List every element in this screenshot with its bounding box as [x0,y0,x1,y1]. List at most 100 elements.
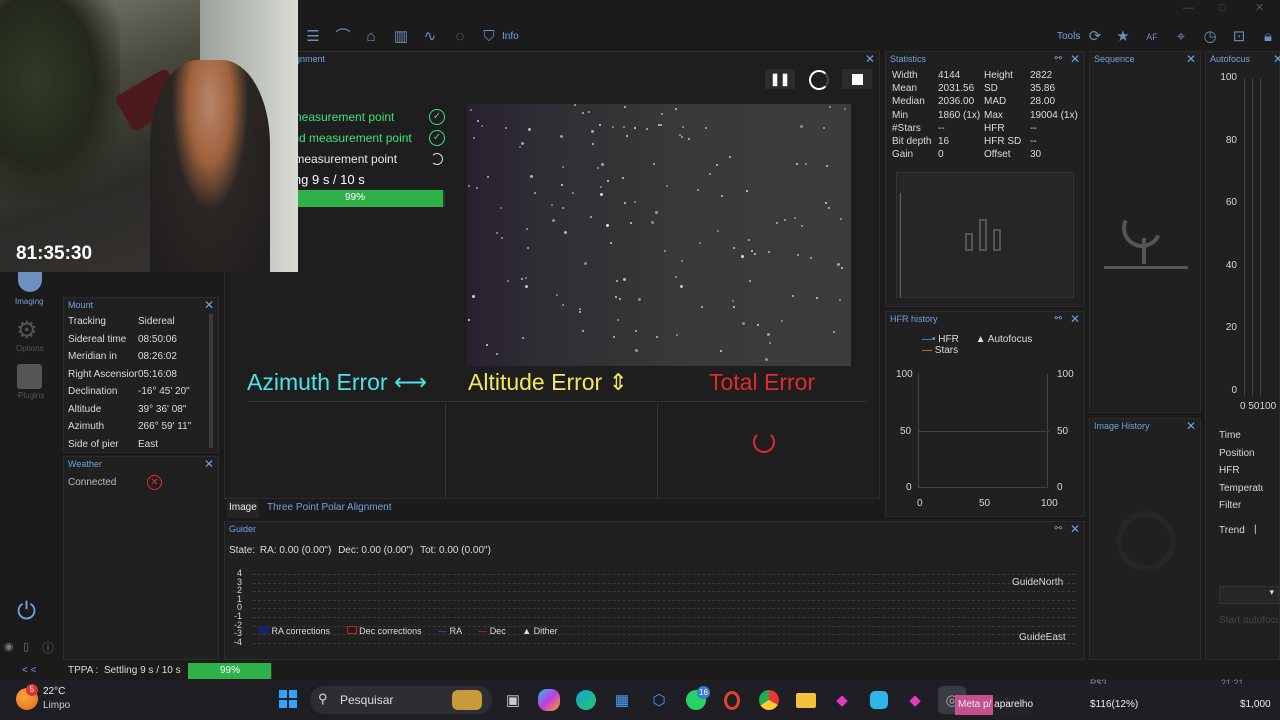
minimize-button[interactable]: — [1183,2,1194,14]
star-dot [612,126,615,129]
eye-icon[interactable]: ◉ [4,640,14,653]
search-box[interactable]: ⚲ Pesquisar [310,686,492,714]
tppa-panel: Alignment ✕ ❚❚ First measurement point ✓ … [224,51,880,499]
meta-banner[interactable]: Meta p/ aparelho [955,695,1033,715]
status-progress: 99% [188,663,272,679]
star-dot [810,257,813,260]
equipment-icon[interactable]: ☰ [304,28,322,46]
star-dot [578,311,581,314]
star-dot [504,126,507,129]
hfr-close-button[interactable]: ✕ [1070,312,1080,326]
dome-icon[interactable]: ⌒ [334,28,352,46]
guider-gridline [253,642,1075,644]
star-dot [783,219,786,222]
star-dot [697,189,700,192]
satellite-dish-icon [1104,202,1188,272]
house-icon[interactable]: ⌂ [362,28,380,46]
mount-row: Declination -16° 45' 20" [68,386,214,404]
imaging-icon[interactable] [18,272,42,292]
star-dot [681,125,684,128]
mount-row: Sidereal time 08:50:06 [68,334,214,352]
folder-icon[interactable] [792,686,820,714]
opera-icon[interactable] [718,686,746,714]
hfr-legend-swatch: —• [922,334,936,345]
imaging-label[interactable]: Imaging [15,297,43,306]
app-icon[interactable]: ⬡ [645,686,673,714]
star-dot [495,231,498,234]
af-icon[interactable]: AF [1143,28,1161,46]
store-icon[interactable]: ▦ [608,686,636,714]
link-icon[interactable]: ⚯ [1054,313,1062,324]
help-icon[interactable]: ⓘ [42,639,54,656]
af-dropdown[interactable]: ▾ [1219,586,1279,604]
image-history-close-button[interactable]: ✕ [1186,419,1196,433]
sequence-close-button[interactable]: ✕ [1186,52,1196,66]
reload-button[interactable] [809,70,829,90]
plugins-label[interactable]: Plugins [18,391,44,400]
link-icon[interactable]: ⚯ [1054,53,1062,64]
star-dot [600,186,603,189]
star-field-image[interactable] [467,104,851,366]
bar-chart-icon[interactable]: ▥ [392,28,410,46]
gear-icon[interactable]: ⚙ [16,316,38,345]
task-view-icon[interactable]: ▣ [499,686,527,714]
star-dot [832,330,835,333]
stat-key: Offset [984,149,1011,161]
stat-key: #Stars [892,122,921,134]
star-dot [481,124,484,127]
af-ytick: 40 [1225,259,1237,271]
star-icon[interactable]: ★ [1114,28,1132,46]
shield-icon[interactable]: ⛉ [480,28,498,46]
pause-button[interactable]: ❚❚ [765,69,795,89]
app-icon-cyan[interactable] [865,686,893,714]
tab-image[interactable]: Image [227,500,259,518]
spinner-icon [431,152,443,165]
disconnected-icon[interactable]: ✕ [147,475,162,490]
copilot-icon[interactable] [538,689,560,711]
star-dot [501,237,504,240]
collapse-button[interactable]: < < [22,665,36,676]
guider-gridline [253,608,1075,610]
azimuth-error-label: Azimuth Error [247,369,388,395]
maximize-button[interactable]: □ [1219,2,1226,14]
mount-scrollbar[interactable] [209,314,213,448]
options-label[interactable]: Options [16,344,44,353]
tppa-close-button[interactable]: ✕ [865,52,875,66]
chrome-icon[interactable] [755,686,783,714]
info-label[interactable]: Info [502,31,519,42]
guider-close-button[interactable]: ✕ [1070,522,1080,536]
tools-label[interactable]: Tools [1057,31,1080,42]
puzzle-icon[interactable] [17,364,42,389]
guide-north-label: GuideNorth [1012,577,1064,588]
bulb-icon[interactable]: ◌ [451,28,469,46]
book-icon[interactable]: ▯ [23,640,29,653]
power-icon[interactable]: ⏻ [17,598,36,626]
wave-icon[interactable]: ∿ [421,28,439,46]
af-plot-axis [1244,78,1245,396]
star-dot [584,261,588,265]
tab-tppa[interactable]: Three Point Polar Alignment [267,502,392,513]
statistics-close-button[interactable]: ✕ [1070,52,1080,66]
start-autofocus-button[interactable]: Start autofocus [1219,615,1279,631]
legend-ra: RA [449,626,462,636]
stop-button[interactable] [842,69,872,89]
star-dot [562,304,564,307]
refresh-icon[interactable]: ⟳ [1086,28,1104,46]
person-silhouette [150,60,270,272]
app-icon-pink[interactable]: ◆ [828,686,856,714]
triangle-icon: ▲ [975,334,986,345]
windows-start-icon[interactable] [279,690,297,708]
history-icon[interactable]: ◷ [1201,28,1219,46]
app-icon-magenta[interactable]: ◆ [901,686,929,714]
focus-icon[interactable]: ⊡ [1230,28,1248,46]
stat-row: Bit depth 16 [892,136,982,149]
lock-icon[interactable]: 🔒︎ [1259,28,1277,46]
weather-close-button[interactable]: ✕ [204,457,214,471]
crosshair-icon[interactable]: ⌖ [1172,28,1190,46]
edge-icon[interactable] [572,686,600,714]
mount-close-button[interactable]: ✕ [204,298,214,312]
autofocus-close-button[interactable]: ✕ [1273,52,1280,66]
mount-rows: Tracking Sidereal Sidereal time 08:50:06 Mer… [64,312,218,456]
link-icon[interactable]: ⚯ [1054,523,1062,534]
close-window-button[interactable]: ✕ [1255,1,1264,14]
